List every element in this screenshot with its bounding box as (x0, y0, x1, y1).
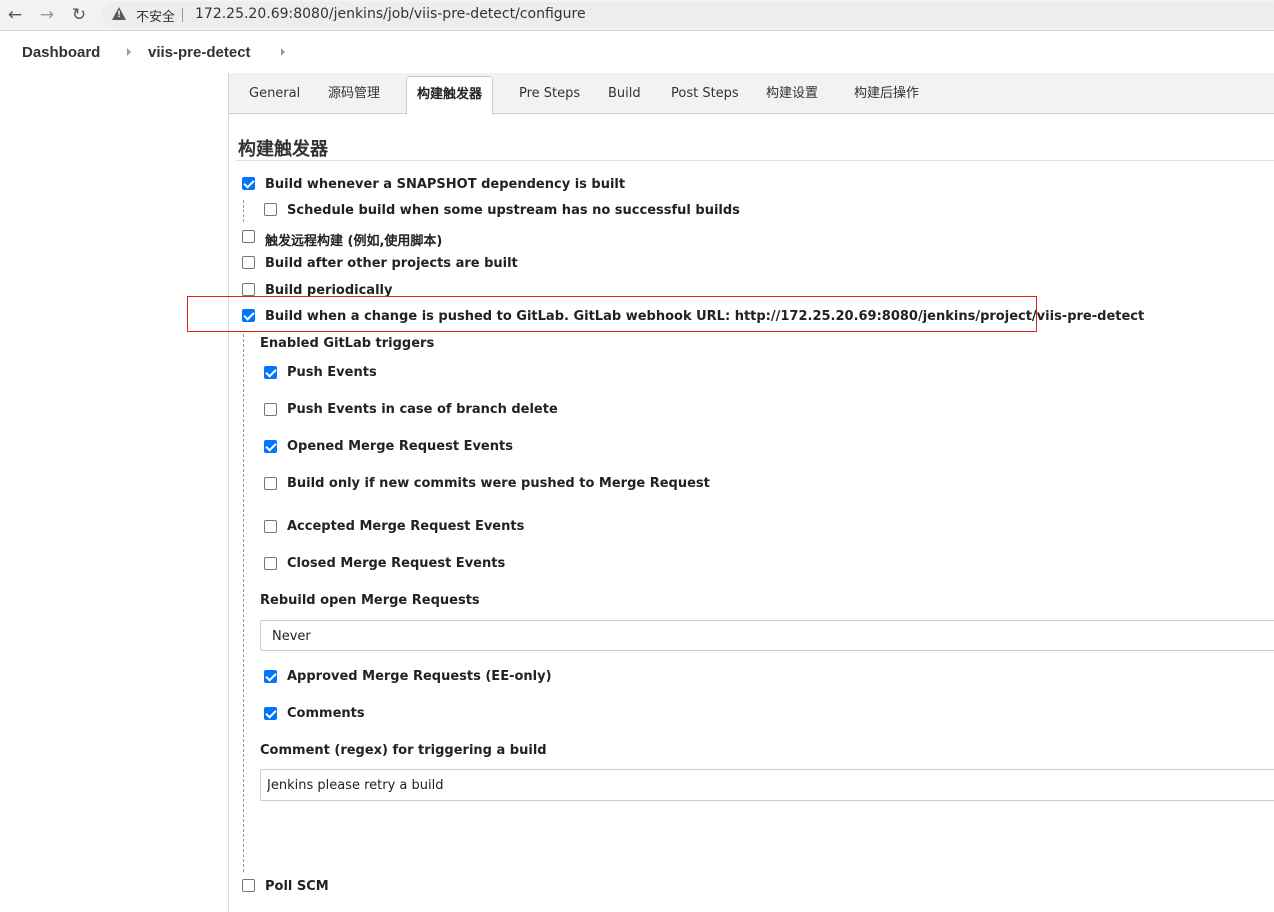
reload-icon[interactable]: ↻ (69, 5, 89, 25)
tab-general[interactable]: General (249, 73, 300, 114)
periodically-checkbox[interactable] (242, 283, 255, 296)
comments-checkbox[interactable] (264, 707, 277, 720)
insecure-label: 不安全 (136, 10, 176, 25)
poll-scm-checkbox[interactable] (242, 879, 255, 892)
breadcrumb: Dashboard viis-pre-detect (0, 31, 1274, 73)
opened-mr-checkbox[interactable] (264, 440, 277, 453)
tab-build-settings[interactable]: 构建设置 (766, 73, 818, 114)
address-bar[interactable]: 不安全 172.25.20.69:8080/jenkins/job/viis-p… (102, 2, 1274, 28)
new-commits-mr-label[interactable]: Build only if new commits were pushed to… (287, 476, 710, 491)
tab-build[interactable]: Build (608, 73, 641, 114)
chevron-right-icon[interactable] (281, 48, 285, 56)
push-branch-delete-label[interactable]: Push Events in case of branch delete (287, 402, 558, 417)
approved-mr-checkbox[interactable] (264, 670, 277, 683)
schedule-upstream-checkbox[interactable] (264, 203, 277, 216)
after-other-checkbox[interactable] (242, 256, 255, 269)
url-divider (182, 8, 183, 22)
approved-mr-label[interactable]: Approved Merge Requests (EE-only) (287, 669, 552, 684)
closed-mr-label[interactable]: Closed Merge Request Events (287, 556, 505, 571)
after-other-label[interactable]: Build after other projects are built (265, 256, 518, 271)
rebuild-mr-value: Never (272, 629, 311, 644)
url-text[interactable]: 172.25.20.69:8080/jenkins/job/viis-pre-d… (195, 6, 586, 22)
tab-pre-steps[interactable]: Pre Steps (519, 73, 580, 114)
gitlab-push-checkbox[interactable] (242, 309, 255, 322)
push-events-label[interactable]: Push Events (287, 365, 377, 380)
tab-source-management[interactable]: 源码管理 (328, 73, 380, 114)
enabled-triggers-heading: Enabled GitLab triggers (260, 336, 435, 351)
tab-post-build-actions[interactable]: 构建后操作 (854, 73, 919, 114)
section-divider (236, 160, 1274, 161)
sidebar-divider (228, 73, 229, 912)
browser-toolbar: ← → ↻ 不安全 172.25.20.69:8080/jenkins/job/… (0, 0, 1274, 31)
closed-mr-checkbox[interactable] (264, 557, 277, 570)
remote-trigger-label[interactable]: 触发远程构建 (例如,使用脚本) (265, 230, 442, 249)
poll-scm-label[interactable]: Poll SCM (265, 879, 329, 894)
accepted-mr-checkbox[interactable] (264, 520, 277, 533)
rebuild-mr-heading: Rebuild open Merge Requests (260, 593, 480, 608)
breadcrumb-dashboard[interactable]: Dashboard (22, 44, 100, 61)
push-branch-delete-checkbox[interactable] (264, 403, 277, 416)
opened-mr-label[interactable]: Opened Merge Request Events (287, 439, 513, 454)
tab-build-triggers[interactable]: 构建触发器 (406, 76, 494, 115)
snapshot-checkbox[interactable] (242, 177, 255, 190)
accepted-mr-label[interactable]: Accepted Merge Request Events (287, 519, 524, 534)
rebuild-mr-select[interactable]: Never (260, 620, 1274, 651)
gitlab-nested-guide (243, 334, 244, 872)
gitlab-push-label[interactable]: Build when a change is pushed to GitLab.… (265, 309, 1144, 324)
warning-icon (112, 7, 126, 20)
snapshot-nested-guide (243, 200, 244, 222)
back-arrow-icon[interactable]: ← (5, 5, 25, 25)
comment-regex-input[interactable] (260, 769, 1274, 801)
remote-trigger-checkbox[interactable] (242, 230, 255, 243)
forward-arrow-icon[interactable]: → (37, 5, 57, 25)
schedule-upstream-label[interactable]: Schedule build when some upstream has no… (287, 203, 740, 218)
push-events-checkbox[interactable] (264, 366, 277, 379)
page-title: 构建触发器 (238, 139, 328, 160)
config-tabs: General 源码管理 构建触发器 Pre Steps Build Post … (229, 73, 1274, 115)
comments-label[interactable]: Comments (287, 706, 365, 721)
comment-regex-heading: Comment (regex) for triggering a build (260, 743, 547, 758)
snapshot-label[interactable]: Build whenever a SNAPSHOT dependency is … (265, 177, 625, 192)
chevron-right-icon[interactable] (127, 48, 131, 56)
tab-post-steps[interactable]: Post Steps (671, 73, 739, 114)
breadcrumb-project[interactable]: viis-pre-detect (148, 44, 251, 61)
new-commits-mr-checkbox[interactable] (264, 477, 277, 490)
